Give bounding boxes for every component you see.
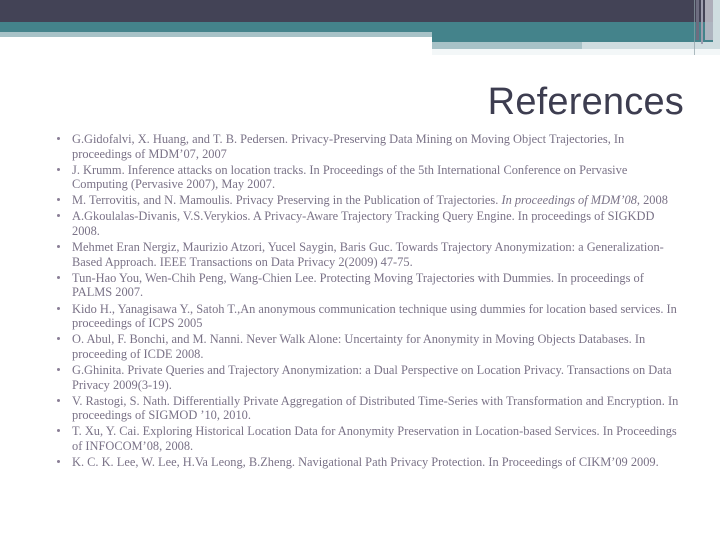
header-band-lowest <box>432 49 720 55</box>
reference-text: T. Xu, Y. Cai. Exploring Historical Loca… <box>72 424 677 453</box>
bullet-icon <box>57 306 60 310</box>
header-band-faint-right <box>582 42 720 49</box>
bullet-icon <box>57 245 60 249</box>
reference-text-italic: In proceedings of MDM’08 <box>501 193 637 208</box>
accent-stripe-2 <box>701 0 703 44</box>
reference-text: G.Ghinita. Private Queries and Trajector… <box>72 362 672 392</box>
reference-text: V. Rastogi, S. Nath. Differentially Priv… <box>72 393 679 423</box>
reference-text: Mehmet Eran Nergiz, Maurizio Atzori, Yuc… <box>72 240 664 269</box>
accent-stripe-hairline <box>694 0 695 55</box>
bullet-icon <box>57 367 60 371</box>
header-band-pale-left <box>0 32 432 37</box>
bullet-icon <box>57 398 60 402</box>
bullet-icon <box>57 429 60 433</box>
reference-text: G.Gidofalvi, X. Huang, and T. B. Pederse… <box>72 132 625 161</box>
bullet-icon <box>57 459 60 463</box>
bullet-icon <box>57 337 60 341</box>
bullet-icon <box>57 214 60 218</box>
list-item: Tun-Hao You, Wen-Chih Peng, Wang-Chien L… <box>50 271 680 300</box>
slide-canvas: References G.Gidofalvi, X. Huang, and T.… <box>0 0 720 540</box>
list-item: Kido H., Yanagisawa Y., Satoh T.,An anon… <box>50 302 680 331</box>
list-item: T. Xu, Y. Cai. Exploring Historical Loca… <box>50 424 680 453</box>
list-item: O. Abul, F. Bonchi, and M. Nanni. Never … <box>50 332 680 361</box>
header-band-teal <box>0 22 720 32</box>
reference-text: M. Terrovitis, and N. Mamoulis. Privacy … <box>72 193 680 208</box>
reference-text-plain: M. Terrovitis, and N. Mamoulis. Privacy … <box>72 193 502 208</box>
list-item: G.Ghinita. Private Queries and Trajector… <box>50 363 680 392</box>
list-item: K. C. K. Lee, W. Lee, H.Va Leong, B.Zhen… <box>50 455 680 470</box>
header-band-dark <box>0 0 720 22</box>
bullet-icon <box>57 137 60 140</box>
reference-text: A.Gkoulalas-Divanis, V.S.Verykios. A Pri… <box>72 209 655 239</box>
reference-text: Tun-Hao You, Wen-Chih Peng, Wang-Chien L… <box>72 270 644 300</box>
list-item: G.Gidofalvi, X. Huang, and T. B. Pederse… <box>50 132 680 161</box>
references-list: G.Gidofalvi, X. Huang, and T. B. Pederse… <box>50 132 680 471</box>
accent-stripe-4 <box>713 0 720 46</box>
bullet-icon <box>57 167 60 171</box>
reference-text-tail: , 2008 <box>636 193 668 208</box>
reference-text: Kido H., Yanagisawa Y., Satoh T.,An anon… <box>72 301 677 331</box>
accent-stripe-1 <box>696 0 699 40</box>
reference-text: J. Krumm. Inference attacks on location … <box>72 162 628 192</box>
header-band-pale-right <box>432 42 582 49</box>
page-title: References <box>487 81 684 123</box>
bullet-icon <box>57 275 60 279</box>
list-item: M. Terrovitis, and N. Mamoulis. Privacy … <box>50 193 680 208</box>
list-item: V. Rastogi, S. Nath. Differentially Priv… <box>50 394 680 423</box>
reference-text: O. Abul, F. Bonchi, and M. Nanni. Never … <box>72 332 646 361</box>
accent-stripe-3 <box>705 0 713 40</box>
bullet-icon <box>57 198 60 202</box>
header-band-teal-right <box>432 32 720 42</box>
list-item: Mehmet Eran Nergiz, Maurizio Atzori, Yuc… <box>50 240 680 269</box>
reference-text: K. C. K. Lee, W. Lee, H.Va Leong, B.Zhen… <box>72 454 659 469</box>
list-item: A.Gkoulalas-Divanis, V.S.Verykios. A Pri… <box>50 209 680 238</box>
list-item: J. Krumm. Inference attacks on location … <box>50 163 680 192</box>
